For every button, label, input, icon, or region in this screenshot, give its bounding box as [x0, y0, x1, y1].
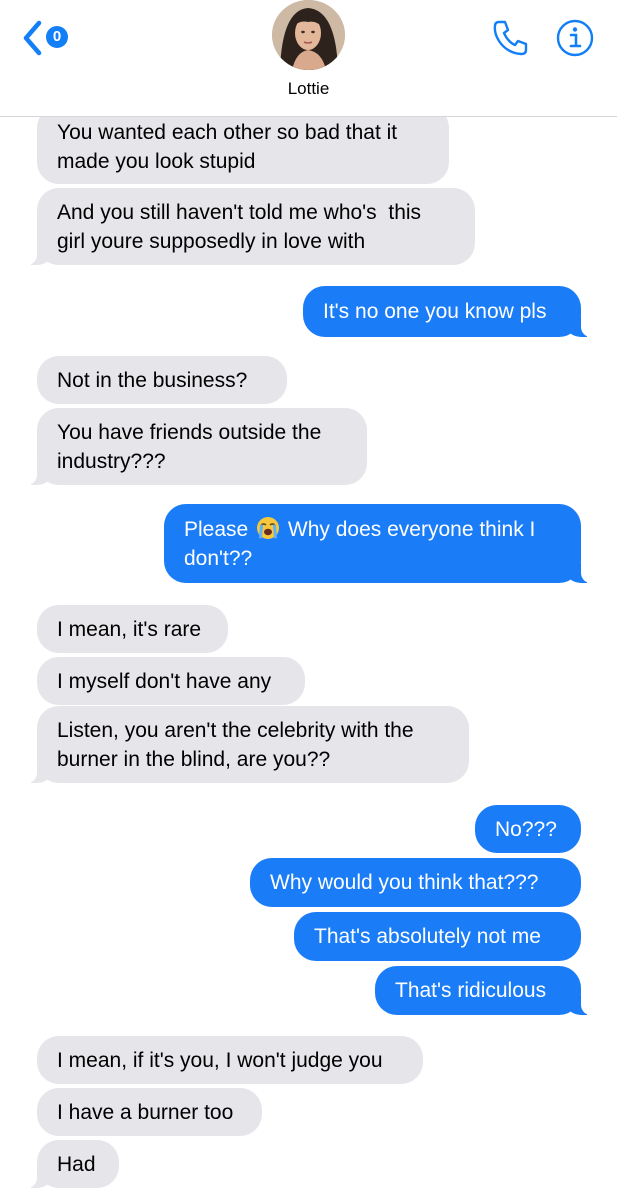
message-incoming[interactable]: I mean, it's rare: [37, 605, 228, 653]
message-text: I mean, if it's you, I won't judge you: [57, 1048, 383, 1072]
message-outgoing[interactable]: That's absolutely not me: [294, 912, 581, 961]
message-text: Please Why does everyone think I don't??: [184, 515, 535, 573]
message-incoming[interactable]: And you still haven't told me who's this…: [25, 188, 475, 265]
message-outgoing[interactable]: No???: [475, 805, 581, 853]
message-text-before: Please: [184, 517, 249, 541]
message-incoming[interactable]: You wanted each other so bad that it mad…: [37, 106, 449, 184]
back-button[interactable]: 0: [22, 18, 82, 58]
message-text: You wanted each other so bad that it mad…: [57, 121, 398, 173]
message-text: It's no one you know pls: [323, 300, 547, 323]
avatar[interactable]: [272, 0, 345, 70]
info-icon: [556, 19, 594, 57]
message-text: And you still haven't told me who's this…: [57, 200, 422, 253]
message-incoming[interactable]: I have a burner too: [37, 1088, 262, 1136]
message-text: I have a burner too: [57, 1100, 234, 1124]
message-incoming[interactable]: I mean, if it's you, I won't judge you: [37, 1036, 423, 1084]
avatar-photo: [272, 0, 345, 70]
message-text: Had: [57, 1152, 96, 1176]
loudly-crying-face-icon: [257, 516, 280, 539]
phone-icon: [493, 20, 528, 56]
message-outgoing[interactable]: Please Why does everyone think I don't??: [164, 504, 593, 583]
message-text: Not in the business?: [57, 368, 248, 392]
call-button[interactable]: [490, 18, 530, 58]
message-text: That's absolutely not me: [314, 925, 541, 948]
conversation-header: 0 Lottie: [0, 0, 617, 117]
message-outgoing[interactable]: It's no one you know pls: [303, 286, 593, 337]
message-text: Listen, you aren't the celebrity with th…: [57, 718, 414, 771]
message-text: I myself don't have any: [57, 669, 272, 693]
message-text: I mean, it's rare: [57, 617, 202, 641]
unread-count-badge: 0: [46, 26, 68, 48]
message-text: Why would you think that???: [270, 871, 539, 894]
info-button[interactable]: [555, 18, 595, 58]
message-outgoing[interactable]: That's ridiculous: [375, 966, 593, 1015]
message-outgoing[interactable]: Why would you think that???: [250, 858, 581, 907]
message-incoming[interactable]: Listen, you aren't the celebrity with th…: [25, 706, 469, 783]
messages-screen: You wanted each other so bad that it mad…: [0, 0, 617, 1200]
message-text: No???: [495, 817, 557, 841]
message-incoming[interactable]: Not in the business?: [37, 356, 287, 404]
message-text: That's ridiculous: [395, 979, 547, 1002]
chevron-left-icon: [23, 20, 42, 56]
contact-name[interactable]: Lottie: [0, 79, 617, 99]
message-text: You have friends outside the industry???: [57, 420, 322, 473]
message-incoming[interactable]: I myself don't have any: [37, 657, 305, 705]
message-incoming[interactable]: You have friends outside the industry???: [25, 408, 367, 485]
message-thread[interactable]: You wanted each other so bad that it mad…: [0, 0, 617, 1200]
message-incoming[interactable]: Had: [25, 1140, 119, 1188]
